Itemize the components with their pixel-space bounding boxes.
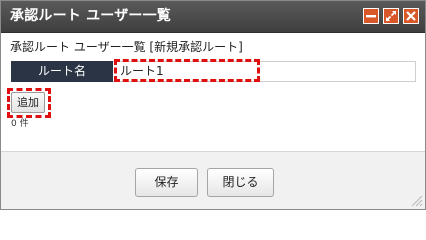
add-button[interactable]: 追加: [11, 92, 45, 113]
route-name-value: ルート1: [120, 64, 164, 78]
resize-grip-icon[interactable]: [409, 193, 423, 207]
save-button[interactable]: 保存: [135, 168, 198, 197]
title-bar[interactable]: 承認ルート ユーザー一覧: [1, 1, 425, 33]
maximize-icon: [386, 11, 396, 21]
window-title: 承認ルート ユーザー一覧: [10, 8, 171, 24]
section-heading: 承認ルート ユーザー一覧 [新規承認ルート]: [10, 40, 243, 54]
route-name-row: ルート名 ルート1: [11, 61, 417, 82]
close-button[interactable]: [403, 8, 419, 24]
minimize-button[interactable]: [363, 8, 379, 24]
route-name-field[interactable]: ルート1: [113, 61, 416, 82]
close-dialog-button[interactable]: 閉じる: [207, 168, 274, 197]
close-icon: [406, 11, 416, 21]
approval-route-user-list-dialog: 承認ルート ユーザー一覧 承認ルート ユーザー一覧 [新規承認ルート] ルート名: [0, 0, 426, 210]
minimize-icon: [366, 15, 376, 18]
maximize-button[interactable]: [383, 8, 399, 24]
route-name-label: ルート名: [11, 61, 113, 82]
record-count: 0 件: [11, 119, 29, 129]
